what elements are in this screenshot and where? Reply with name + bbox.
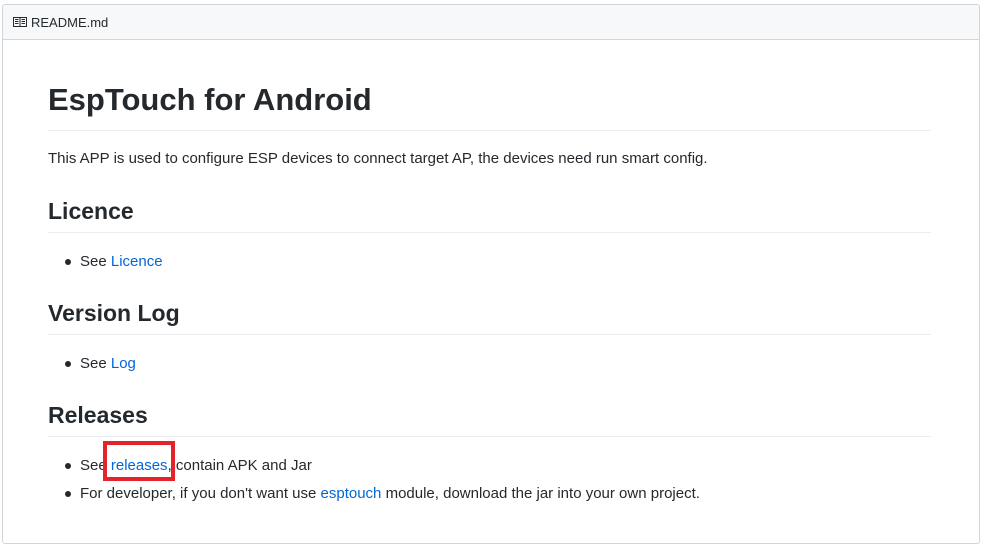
licence-link[interactable]: Licence [111, 253, 163, 270]
releases-list: See releases, contain APK and Jar For de… [48, 452, 700, 508]
title-divider [48, 130, 931, 131]
version-log-divider [48, 334, 931, 335]
releases-divider [48, 436, 931, 437]
list-item-text: See [80, 457, 111, 474]
list-item-text: For developer, if you don't want use [80, 485, 321, 502]
list-item-text: See [80, 355, 111, 372]
intro-paragraph: This APP is used to configure ESP device… [48, 150, 708, 167]
readme-filename: README.md [31, 14, 109, 30]
esptouch-link[interactable]: esptouch [321, 485, 382, 502]
list-item-text: , contain APK and Jar [167, 457, 312, 474]
list-item: See Log [48, 350, 136, 378]
readme-header: README.md [3, 5, 979, 40]
log-link[interactable]: Log [111, 355, 136, 372]
list-item: See Licence [48, 248, 163, 276]
section-heading-version-log: Version Log [48, 300, 180, 326]
list-item: See releases, contain APK and Jar [48, 452, 700, 480]
version-log-list: See Log [48, 350, 136, 378]
page-title: EspTouch for Android [48, 82, 372, 117]
releases-link[interactable]: releases [111, 457, 168, 474]
book-icon [12, 14, 28, 30]
list-item-text: module, download the jar into your own p… [381, 485, 700, 502]
list-item: For developer, if you don't want use esp… [48, 480, 700, 508]
licence-list: See Licence [48, 248, 163, 276]
section-heading-releases: Releases [48, 402, 148, 428]
licence-divider [48, 232, 931, 233]
section-heading-licence: Licence [48, 198, 134, 224]
list-item-text: See [80, 253, 111, 270]
